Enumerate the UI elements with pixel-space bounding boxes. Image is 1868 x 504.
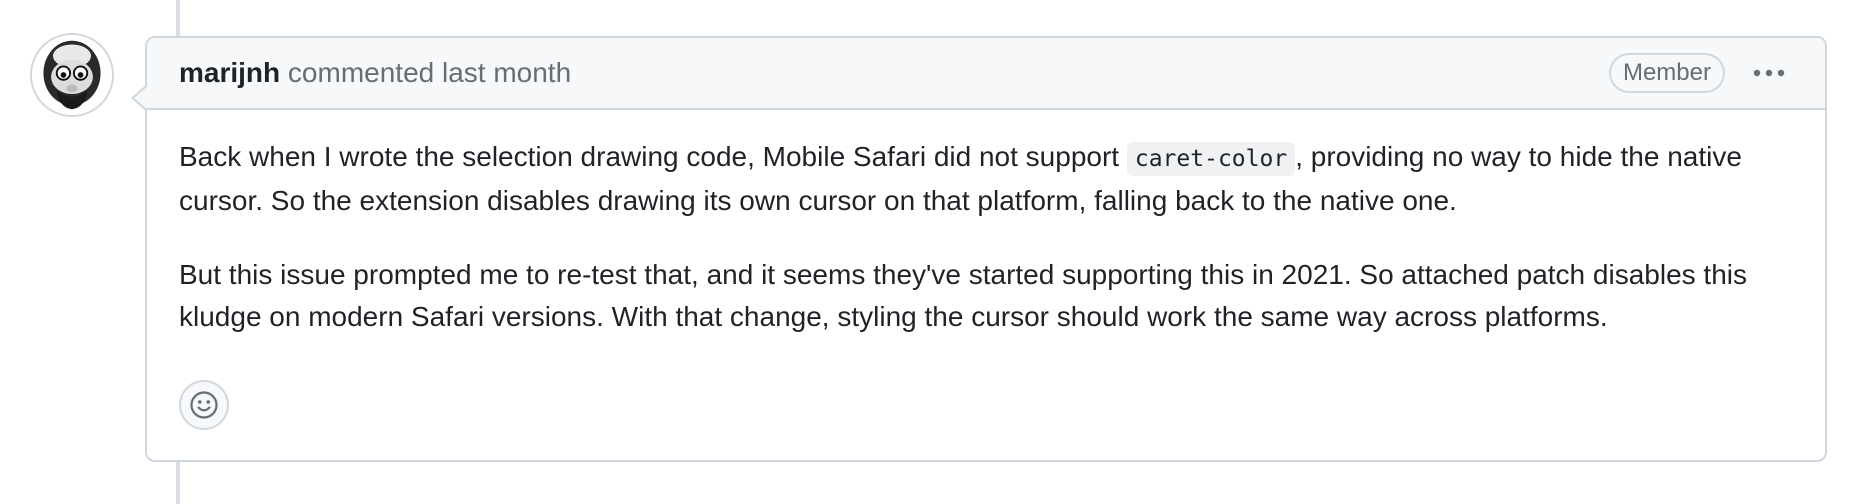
inline-code: caret-color xyxy=(1126,142,1296,176)
avatar-image xyxy=(32,35,112,115)
comment-header-text: marijnh commented last month xyxy=(179,56,1609,90)
kebab-horizontal-icon xyxy=(1753,69,1785,77)
paragraph-1-text-before: Back when I wrote the selection drawing … xyxy=(179,141,1127,172)
timeline: marijnh commented last month Member Back… xyxy=(0,0,1868,504)
comment-menu-button[interactable] xyxy=(1745,53,1793,93)
comment-paragraph-1: Back when I wrote the selection drawing … xyxy=(179,136,1793,222)
role-badge: Member xyxy=(1608,53,1725,93)
author-link[interactable]: marijnh xyxy=(179,57,280,88)
comment-box: marijnh commented last month Member Back… xyxy=(131,36,1827,462)
add-reaction-button[interactable] xyxy=(179,380,229,430)
comment-paragraph-2: But this issue prompted me to re-test th… xyxy=(179,259,1747,332)
smiley-icon xyxy=(190,391,218,419)
comment-timestamp[interactable]: commented last month xyxy=(288,57,571,88)
comment-header: marijnh commented last month Member xyxy=(147,38,1825,110)
avatar[interactable] xyxy=(30,33,114,117)
comment-body: Back when I wrote the selection drawing … xyxy=(147,110,1825,338)
comment-pointer-fill xyxy=(134,86,148,110)
